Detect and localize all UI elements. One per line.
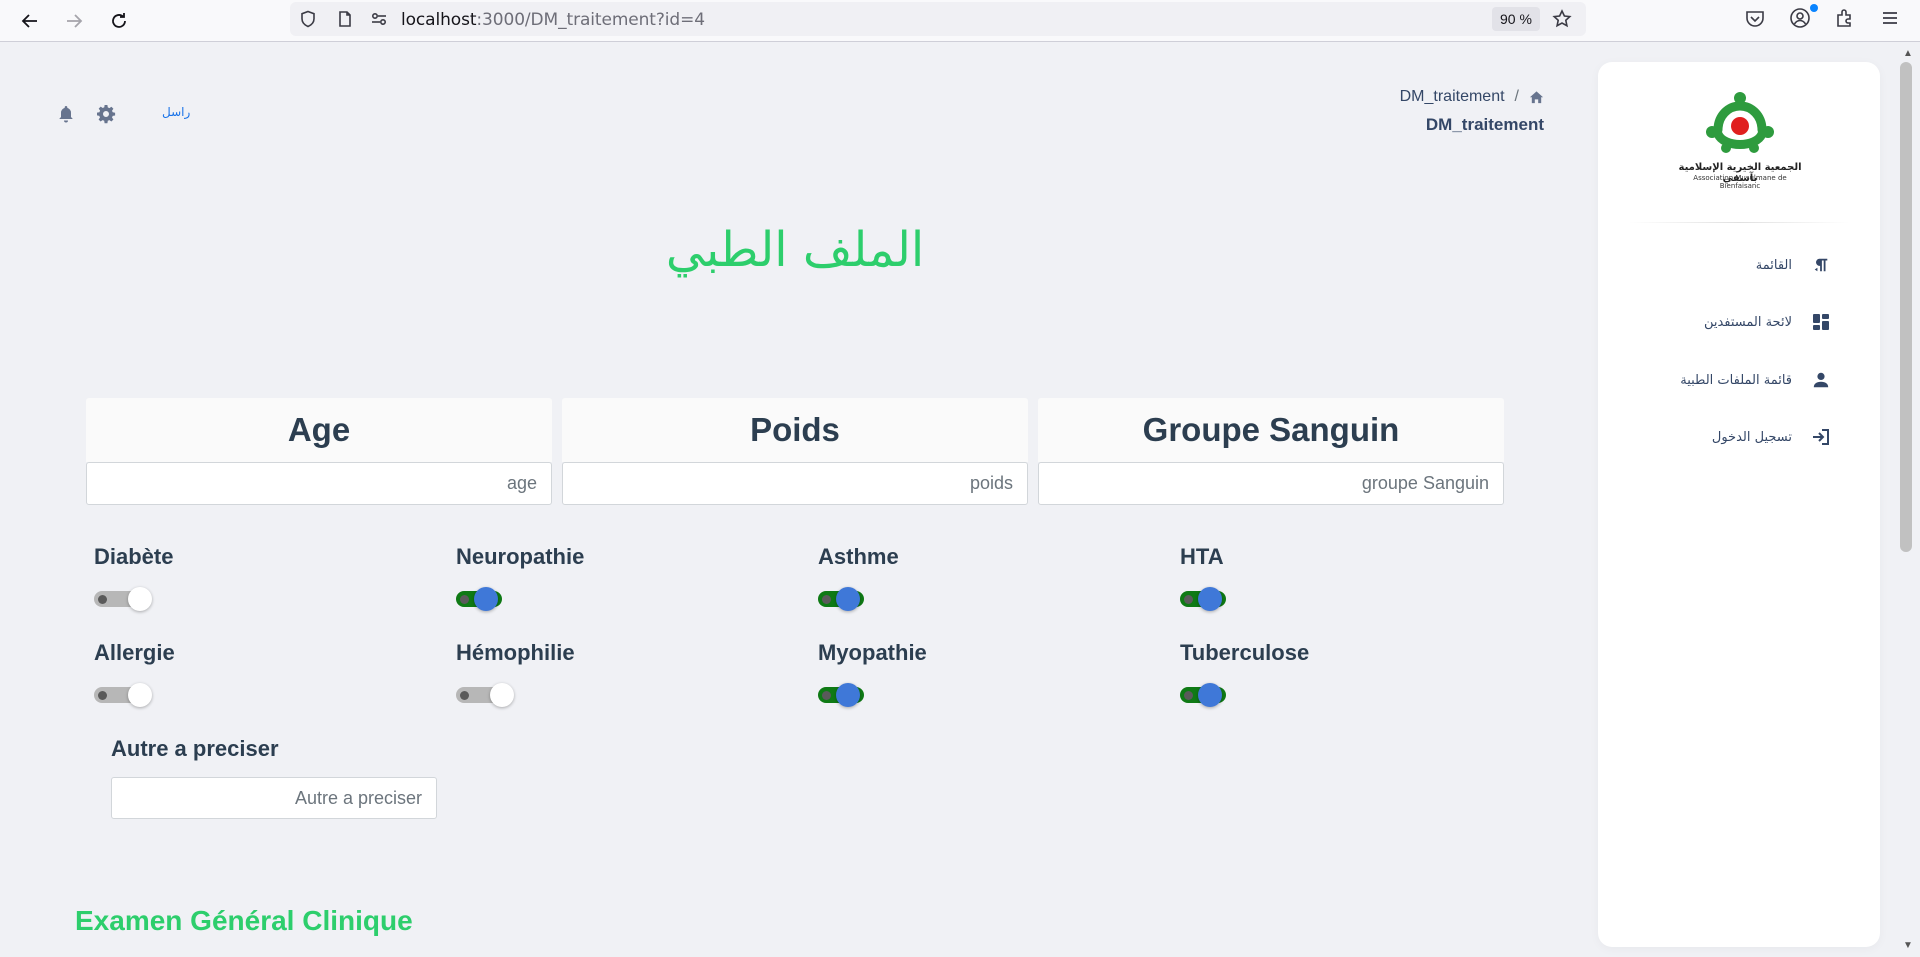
breadcrumb: DM_traitement / bbox=[1340, 88, 1544, 106]
person-icon bbox=[1810, 369, 1832, 391]
autre-preciser-label: Autre a preciser bbox=[111, 736, 279, 761]
dashboard-icon bbox=[1810, 311, 1832, 333]
toggle-off-dot bbox=[98, 595, 107, 604]
groupe-sanguin-label: Groupe Sanguin bbox=[1038, 398, 1504, 462]
sidebar-item-beneficiaries[interactable]: لائحة المستفدين bbox=[1614, 300, 1864, 344]
sidebar-divider bbox=[1628, 222, 1850, 223]
toggle-off-dot bbox=[460, 595, 469, 604]
neuropathie-label: Neuropathie bbox=[456, 544, 585, 569]
sidebar: الجمعية الخيرية الإسلامية بآسفي Associat… bbox=[1598, 62, 1880, 947]
permissions-icon[interactable] bbox=[370, 10, 388, 28]
address-bar[interactable]: localhost:3000/DM_traitement?id=4 90 % bbox=[290, 2, 1586, 36]
poids-label: Poids bbox=[562, 398, 1028, 462]
breadcrumb-separator: / bbox=[1514, 88, 1519, 105]
diabete-label: Diabète bbox=[94, 544, 174, 569]
logo-french-text: Association Musulmane de Bienfaisanc bbox=[1693, 174, 1787, 190]
sidebar-item-label: لائحة المستفدين bbox=[1703, 314, 1792, 330]
pocket-icon[interactable] bbox=[1744, 7, 1766, 29]
breadcrumb-current[interactable]: DM_traitement bbox=[1400, 88, 1505, 106]
groupe-sanguin-input[interactable] bbox=[1038, 462, 1504, 505]
examen-general-title: Examen Général Clinique bbox=[75, 905, 413, 936]
asthme-label: Asthme bbox=[818, 544, 899, 569]
toggle-knob bbox=[490, 683, 514, 707]
myopathie-label: Myopathie bbox=[818, 640, 927, 665]
zoom-level[interactable]: 90 % bbox=[1492, 7, 1540, 31]
autre-preciser-input[interactable] bbox=[111, 777, 437, 819]
poids-input[interactable] bbox=[562, 462, 1028, 505]
toggle-off-dot bbox=[822, 691, 831, 700]
toggle-off-dot bbox=[98, 691, 107, 700]
menu-icon[interactable] bbox=[1879, 7, 1901, 29]
toggle-knob bbox=[1198, 683, 1222, 707]
scroll-down-arrow-icon[interactable]: ▼ bbox=[1903, 940, 1913, 951]
toggle-off-dot bbox=[1184, 595, 1193, 604]
extensions-icon[interactable] bbox=[1834, 7, 1856, 29]
age-label: Age bbox=[86, 398, 552, 462]
toggle-knob bbox=[836, 683, 860, 707]
bookmark-star-icon[interactable] bbox=[1552, 9, 1572, 29]
sidebar-item-label: قائمة الملفات الطبية bbox=[1680, 372, 1792, 388]
browser-toolbar: localhost:3000/DM_traitement?id=4 90 % bbox=[0, 0, 1920, 42]
home-icon[interactable] bbox=[1529, 90, 1544, 105]
toggle-knob bbox=[1198, 587, 1222, 611]
hemophilie-toggle[interactable] bbox=[456, 683, 514, 707]
asthme-toggle[interactable] bbox=[818, 587, 864, 611]
hta-label: HTA bbox=[1180, 544, 1224, 569]
notifications-bell-icon[interactable] bbox=[56, 104, 76, 124]
shield-icon[interactable] bbox=[299, 10, 317, 28]
hemophilie-label: Hémophilie bbox=[456, 640, 575, 665]
tuberculose-toggle[interactable] bbox=[1180, 683, 1226, 707]
sidebar-item-login[interactable]: تسجيل الدخول bbox=[1614, 415, 1864, 459]
scroll-up-arrow-icon[interactable]: ▲ bbox=[1903, 48, 1913, 59]
toggle-knob bbox=[836, 587, 860, 611]
forward-arrow-icon bbox=[67, 14, 83, 28]
paragraph-icon bbox=[1810, 254, 1832, 276]
toggle-off-dot bbox=[822, 595, 831, 604]
myopathie-toggle[interactable] bbox=[818, 683, 864, 707]
account-icon[interactable] bbox=[1789, 7, 1811, 29]
back-arrow-icon bbox=[21, 14, 37, 28]
toggle-off-dot bbox=[1184, 691, 1193, 700]
toggle-knob bbox=[128, 587, 152, 611]
login-icon bbox=[1810, 426, 1832, 448]
page-title: DM_traitement bbox=[1425, 115, 1544, 134]
scroll-thumb[interactable] bbox=[1900, 62, 1912, 552]
url-text[interactable]: localhost:3000/DM_traitement?id=4 bbox=[401, 10, 705, 30]
medical-file-title: الملف الطبي bbox=[665, 222, 925, 278]
sidebar-item-label: القائمة bbox=[1755, 257, 1792, 273]
toggle-knob bbox=[474, 587, 498, 611]
hta-toggle[interactable] bbox=[1180, 587, 1226, 611]
diabete-toggle[interactable] bbox=[94, 587, 152, 611]
settings-gear-icon[interactable] bbox=[96, 104, 116, 124]
page-icon[interactable] bbox=[336, 10, 354, 28]
age-input[interactable] bbox=[86, 462, 552, 505]
toggle-off-dot bbox=[460, 691, 469, 700]
tuberculose-label: Tuberculose bbox=[1180, 640, 1310, 665]
account-notification-dot bbox=[1810, 4, 1818, 12]
reload-button[interactable] bbox=[103, 5, 135, 37]
toggle-knob bbox=[128, 683, 152, 707]
forward-button[interactable] bbox=[58, 5, 90, 37]
back-button[interactable] bbox=[14, 5, 46, 37]
allergie-toggle[interactable] bbox=[94, 683, 152, 707]
neuropathie-toggle[interactable] bbox=[456, 587, 502, 611]
allergie-label: Allergie bbox=[94, 640, 175, 665]
sidebar-item-medical-files[interactable]: قائمة الملفات الطبية bbox=[1614, 358, 1864, 402]
sidebar-item-menu[interactable]: القائمة bbox=[1614, 243, 1864, 287]
sidebar-item-label: تسجيل الدخول bbox=[1711, 429, 1792, 445]
send-message-link[interactable]: راسل bbox=[162, 105, 190, 119]
reload-icon bbox=[112, 13, 126, 28]
